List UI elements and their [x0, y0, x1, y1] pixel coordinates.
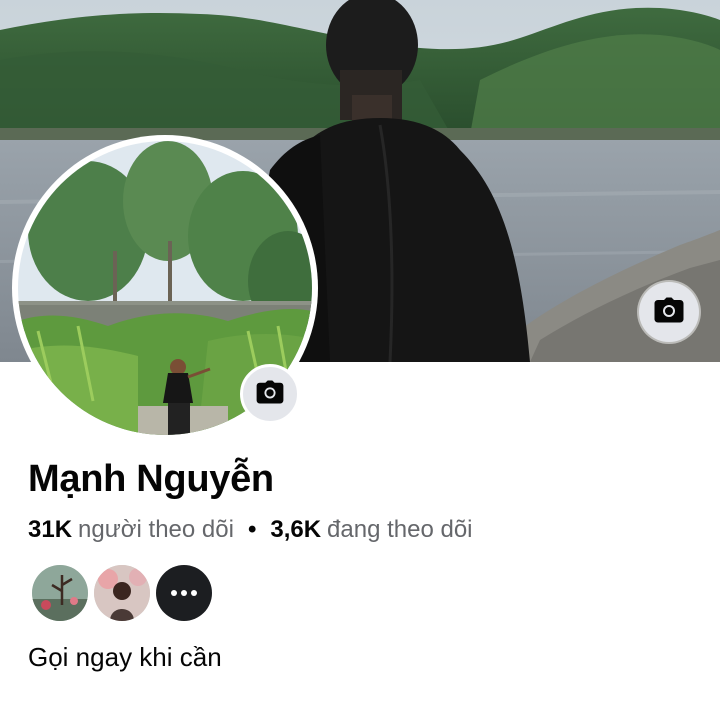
following-label: đang theo dõi: [327, 516, 473, 543]
following-count: 3,6K: [270, 516, 322, 543]
follow-stats: 31K người theo dõi • 3,6K đang theo dõi: [28, 516, 473, 544]
following-link[interactable]: 3,6K đang theo dõi: [270, 516, 472, 544]
camera-icon: [654, 297, 684, 328]
more-dots-icon: [171, 590, 197, 596]
followers-link[interactable]: 31K người theo dõi: [28, 516, 234, 544]
camera-icon: [256, 379, 284, 409]
edit-profile-picture-button[interactable]: [240, 364, 300, 424]
followers-count: 31K: [28, 516, 73, 543]
friend-avatar[interactable]: [32, 565, 88, 621]
stats-separator: •: [247, 516, 257, 543]
profile-name: Mạnh Nguyễn: [28, 458, 274, 500]
friends-preview: [32, 565, 212, 621]
followers-label: người theo dõi: [78, 516, 234, 543]
edit-cover-photo-button[interactable]: [639, 282, 699, 342]
friend-avatar[interactable]: [94, 565, 150, 621]
profile-bio: Gọi ngay khi cần: [28, 642, 222, 672]
more-friends-button[interactable]: [156, 565, 212, 621]
